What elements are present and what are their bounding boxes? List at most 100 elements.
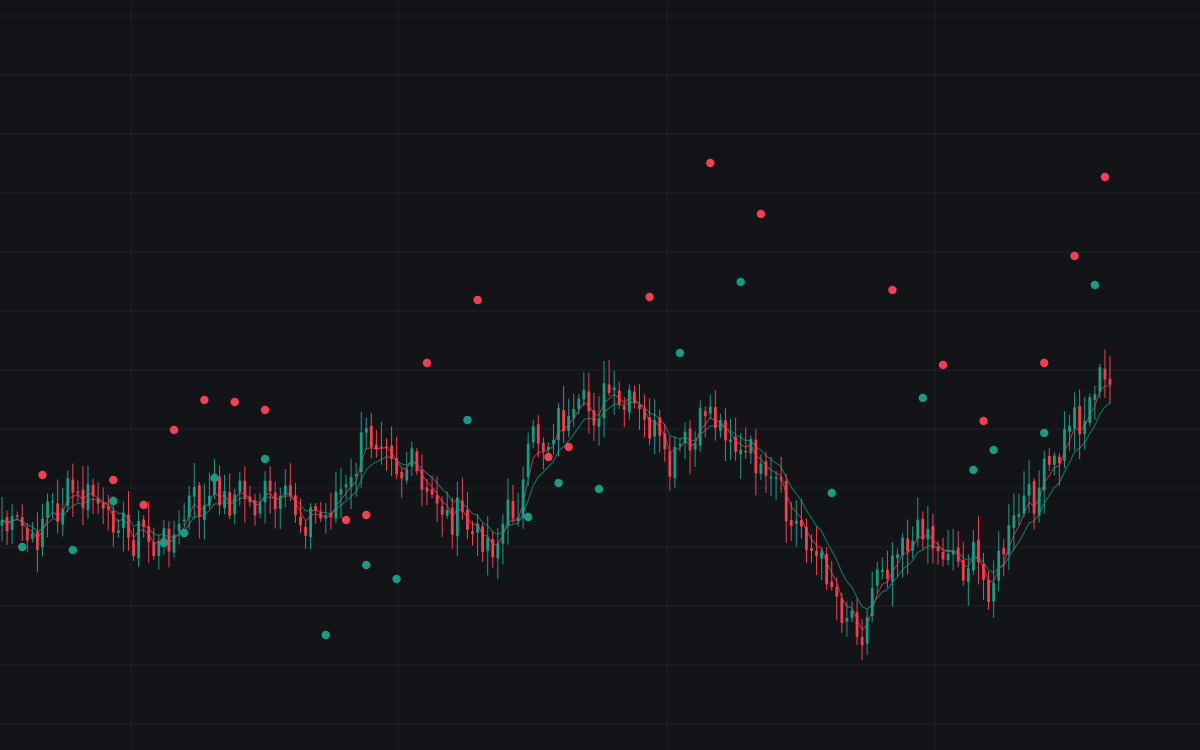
candle-body [931, 525, 935, 549]
candle-body [739, 449, 743, 455]
candle-body [638, 404, 641, 410]
candle-body [865, 617, 869, 644]
candle-body [299, 516, 302, 526]
candle-body [354, 474, 358, 477]
candle-body [491, 538, 495, 558]
candle-body [749, 439, 753, 454]
candle-body [521, 479, 525, 518]
pivot-low-marker [159, 538, 169, 548]
pivot-high-marker [341, 515, 351, 525]
candle-body [192, 487, 196, 497]
candle-body [1073, 407, 1076, 429]
candle-body [369, 425, 373, 447]
candle-body [91, 484, 95, 496]
candle-body [375, 444, 378, 450]
candle-body [627, 389, 631, 413]
candle-body [855, 612, 859, 637]
candle-body [789, 520, 793, 526]
candle-body [461, 500, 464, 512]
candle-body [840, 598, 844, 623]
candle-body [1058, 456, 1061, 464]
candle-body [481, 526, 485, 552]
candle-body [541, 442, 545, 452]
pivot-low-marker [18, 542, 27, 552]
candle-body [956, 547, 960, 562]
candle-body [810, 548, 813, 551]
candle-body [142, 519, 146, 528]
candle-body [476, 523, 479, 533]
candle-body [835, 587, 839, 597]
candle-body [1103, 368, 1107, 380]
candle-body [288, 485, 292, 496]
candle-body [56, 503, 60, 522]
candle-body [653, 420, 657, 437]
candle-body [501, 523, 505, 544]
candle-body [977, 539, 980, 563]
pivot-low-marker [392, 574, 401, 584]
candle-body [1017, 513, 1021, 518]
candle-body [511, 500, 515, 520]
candle-body [309, 507, 313, 538]
candle-body [961, 559, 965, 581]
candle-body [440, 506, 444, 515]
candle-body [764, 461, 768, 476]
pivot-high-marker [938, 360, 948, 370]
candle-body [673, 446, 677, 479]
candle-body [724, 420, 727, 441]
candle-body [1022, 495, 1026, 514]
candle-body [683, 431, 687, 444]
candle-body [329, 513, 333, 518]
candle-body [101, 502, 105, 509]
candle-body [96, 498, 100, 504]
candle-body [825, 554, 829, 585]
candle-body [875, 569, 879, 586]
candle-body [122, 512, 125, 529]
candle-body [617, 390, 621, 405]
candle-body [906, 538, 910, 552]
candle-body [820, 551, 824, 559]
pivot-high-marker [1040, 358, 1049, 368]
pivot-high-marker [473, 295, 482, 305]
pivot-high-marker [888, 285, 897, 295]
candle-body [870, 588, 874, 616]
candle-body [324, 515, 328, 519]
candle-body [187, 495, 191, 518]
candle-body [577, 398, 581, 409]
candle-body [562, 410, 565, 432]
pivot-high-marker [422, 358, 432, 368]
pivot-low-marker [675, 348, 685, 358]
candle-body [698, 408, 702, 446]
candle-body [177, 523, 181, 532]
candle-body [76, 491, 80, 493]
candle-body [896, 554, 899, 559]
pivot-low-marker [321, 630, 330, 640]
candle-body [901, 537, 904, 556]
candle-body [805, 527, 808, 551]
candle-body [880, 569, 884, 573]
candle-body [349, 476, 353, 487]
candle-body [916, 519, 920, 539]
candle-body [359, 432, 363, 473]
candle-body [622, 406, 626, 410]
candle-body [5, 517, 9, 532]
candle-body [430, 489, 434, 495]
candle-body [273, 492, 277, 510]
candle-body [734, 436, 737, 452]
pivot-low-marker [736, 277, 745, 287]
candle-body [197, 485, 201, 517]
candle-body [268, 480, 272, 492]
candle-body [713, 407, 717, 429]
candle-body [1068, 425, 1071, 432]
pivot-high-marker [979, 416, 988, 426]
candle-body [997, 550, 1001, 581]
pivot-high-marker [564, 442, 573, 452]
candle-body [547, 446, 550, 450]
candle-body [693, 443, 697, 450]
chart-background [0, 0, 1200, 750]
candle-body [648, 417, 651, 439]
candle-body [729, 439, 732, 443]
candle-body [830, 581, 834, 588]
pivot-low-marker [969, 465, 978, 475]
candle-body [526, 443, 530, 478]
pivot-high-marker [169, 425, 179, 435]
